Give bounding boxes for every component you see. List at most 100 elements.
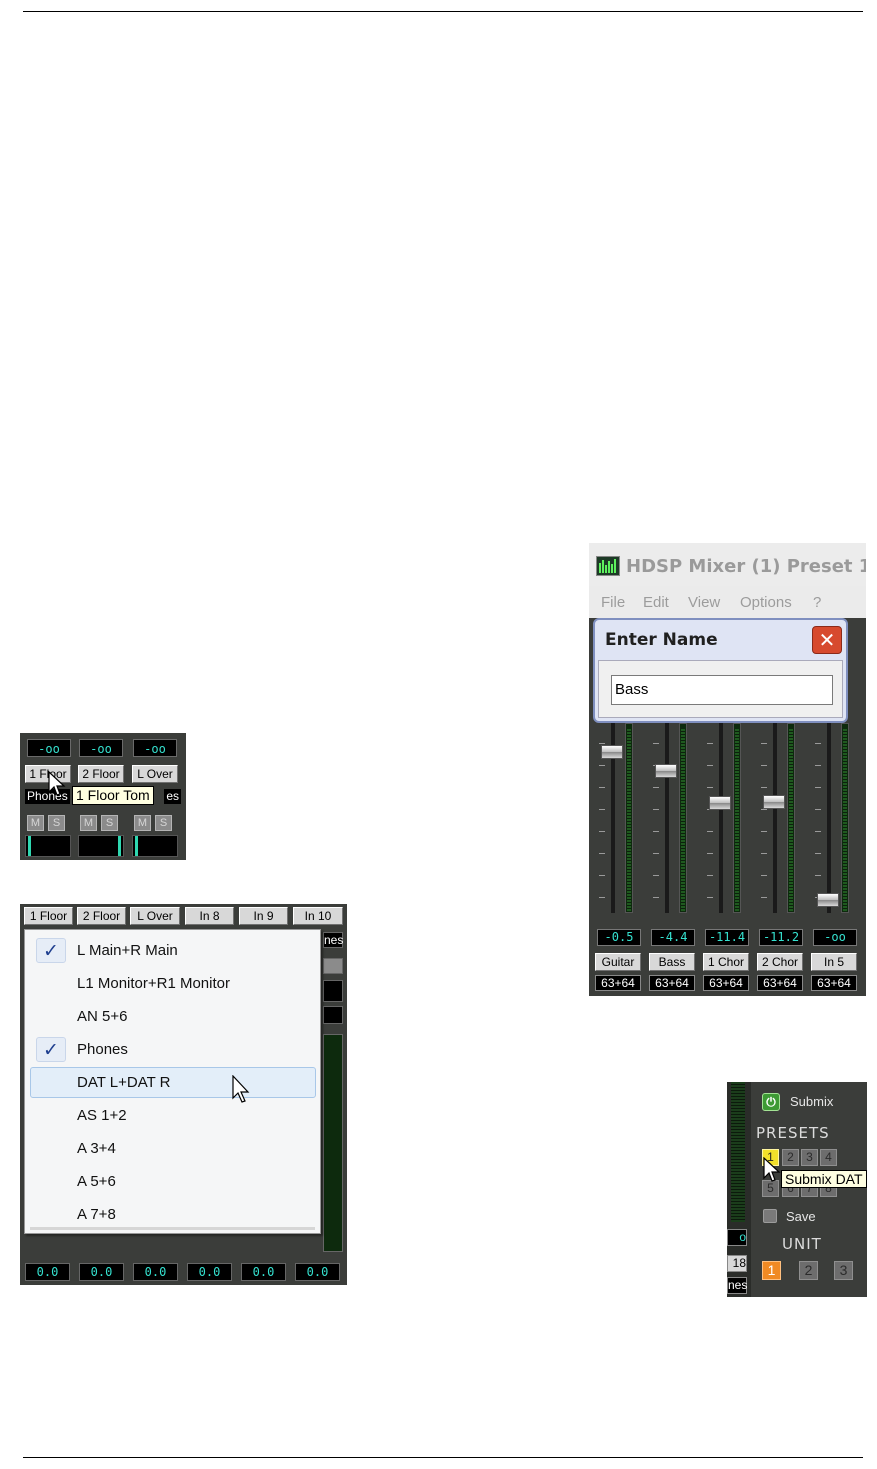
routing-label-fragment[interactable]: nes: [323, 932, 343, 948]
mouse-pointer-icon: [48, 771, 66, 796]
channel-name-button[interactable]: Bass: [649, 953, 695, 971]
menu-item-label: Phones: [77, 1041, 128, 1058]
mouse-pointer-icon: [232, 1075, 250, 1103]
channel-name-button[interactable]: 1 Floor: [24, 907, 73, 925]
fader-handle[interactable]: [763, 795, 785, 810]
menu-options[interactable]: Options: [740, 594, 792, 611]
fader-scale-tick: [653, 875, 659, 876]
channel-name-button[interactable]: 2 Floor: [77, 907, 126, 925]
fader-scale-tick: [815, 809, 821, 810]
channel-name-button[interactable]: 2 Floor: [78, 765, 124, 783]
power-icon[interactable]: ⏻: [762, 1093, 780, 1111]
menu-item-highlighted[interactable]: DAT L+DAT R: [30, 1067, 316, 1098]
menu-scroll-edge: [30, 1227, 315, 1230]
preset-button-4[interactable]: 4: [820, 1149, 837, 1166]
mute-button[interactable]: M: [27, 815, 44, 831]
routing-button[interactable]: 63+64: [757, 975, 803, 991]
fader-scale-tick: [815, 875, 821, 876]
fader-scale-tick: [761, 875, 767, 876]
fader-channel: -4.4 Bass 63+64: [647, 723, 697, 993]
unit-button-3[interactable]: 3: [834, 1261, 853, 1280]
fader-track: [719, 723, 723, 913]
fader-handle[interactable]: [817, 893, 839, 907]
fader-scale-tick: [815, 831, 821, 832]
routing-button[interactable]: 63+64: [595, 975, 641, 991]
page-top-rule: [23, 11, 863, 12]
channel-name-button[interactable]: 1 Chor: [703, 953, 749, 971]
routing-button[interactable]: 63+64: [703, 975, 749, 991]
fader-handle[interactable]: [709, 796, 731, 811]
fader-scale-tick: [707, 787, 713, 788]
presets-heading: PRESETS: [756, 1124, 830, 1142]
menu-item[interactable]: A 3+4: [30, 1133, 316, 1164]
fader-scale-tick: [761, 853, 767, 854]
level-display-fragment: o: [727, 1229, 747, 1246]
menu-item[interactable]: AS 1+2: [30, 1100, 316, 1131]
pan-display[interactable]: [78, 835, 124, 857]
channel-name-button[interactable]: Guitar: [595, 953, 641, 971]
level-meter: [679, 723, 687, 913]
routing-label-fragment[interactable]: es: [164, 789, 181, 804]
solo-button[interactable]: S: [48, 815, 65, 831]
save-button[interactable]: [763, 1209, 777, 1223]
menu-item-label: AS 1+2: [77, 1107, 127, 1124]
mute-button[interactable]: M: [134, 815, 151, 831]
fader-scale-tick: [653, 897, 659, 898]
dialog-title: Enter Name: [605, 630, 718, 650]
routing-button[interactable]: 63+64: [649, 975, 695, 991]
menu-file[interactable]: File: [601, 594, 625, 611]
menu-help[interactable]: ?: [813, 594, 821, 611]
menu-item-label: AN 5+6: [77, 1008, 128, 1025]
fader-channel: -11.4 1 Chor 63+64: [701, 723, 751, 993]
routing-button[interactable]: 63+64: [811, 975, 857, 991]
fader-scale-tick: [707, 897, 713, 898]
mute-button[interactable]: M: [80, 815, 97, 831]
save-label: Save: [786, 1209, 816, 1224]
window-titlebar[interactable]: HDSP Mixer (1) Preset 1 -: [589, 543, 866, 586]
channel-name-button[interactable]: L Over: [130, 907, 180, 925]
solo-button-fragment[interactable]: [323, 958, 343, 974]
level-meter: [787, 723, 795, 913]
close-icon[interactable]: ✕: [812, 626, 842, 654]
solo-button[interactable]: S: [155, 815, 172, 831]
pan-display[interactable]: [25, 835, 71, 857]
unit-button-1[interactable]: 1: [762, 1261, 781, 1280]
menu-item-label: L1 Monitor+R1 Monitor: [77, 975, 230, 992]
fader-scale-tick: [815, 787, 821, 788]
level-display: -oo: [27, 739, 71, 757]
dialog-body: Bass: [598, 660, 843, 718]
menu-item[interactable]: L1 Monitor+R1 Monitor: [30, 968, 316, 999]
channel-name-button[interactable]: L Over: [132, 765, 178, 783]
preset-button-3[interactable]: 3: [801, 1149, 818, 1166]
fader-scale-tick: [815, 765, 821, 766]
menu-view[interactable]: View: [688, 594, 720, 611]
fader-scale-tick: [761, 831, 767, 832]
preset-button-2[interactable]: 2: [782, 1149, 799, 1166]
gain-display: 0.0: [295, 1263, 340, 1281]
menu-item[interactable]: ✓ Phones: [30, 1034, 316, 1065]
channel-name-button[interactable]: In 10: [293, 907, 343, 925]
app-meter-icon: [596, 556, 620, 576]
pan-display[interactable]: [132, 835, 178, 857]
solo-button[interactable]: S: [101, 815, 118, 831]
menu-item[interactable]: A 5+6: [30, 1166, 316, 1197]
menu-edit[interactable]: Edit: [643, 594, 669, 611]
level-meter: [733, 723, 741, 913]
fader-handle[interactable]: [655, 763, 677, 778]
menu-item[interactable]: ✓ L Main+R Main: [30, 935, 316, 966]
fader-track: [827, 723, 831, 913]
fader-channel: -11.2 2 Chor 63+64: [755, 723, 805, 993]
channel-name-button[interactable]: In 8: [185, 907, 234, 925]
pan-display-fragment[interactable]: [323, 980, 343, 1002]
fader-track: [665, 723, 669, 913]
fader-scale-tick: [599, 765, 605, 766]
unit-button-2[interactable]: 2: [799, 1261, 818, 1280]
menu-item[interactable]: A 7+8: [30, 1199, 316, 1230]
name-input[interactable]: Bass: [611, 675, 833, 705]
fader-handle[interactable]: [601, 745, 623, 760]
channel-name-button[interactable]: In 5: [811, 953, 857, 971]
menu-item[interactable]: AN 5+6: [30, 1001, 316, 1032]
channel-name-button[interactable]: In 9: [239, 907, 288, 925]
menu-bar: File Edit View Options ?: [589, 586, 866, 618]
channel-name-button[interactable]: 2 Chor: [757, 953, 803, 971]
